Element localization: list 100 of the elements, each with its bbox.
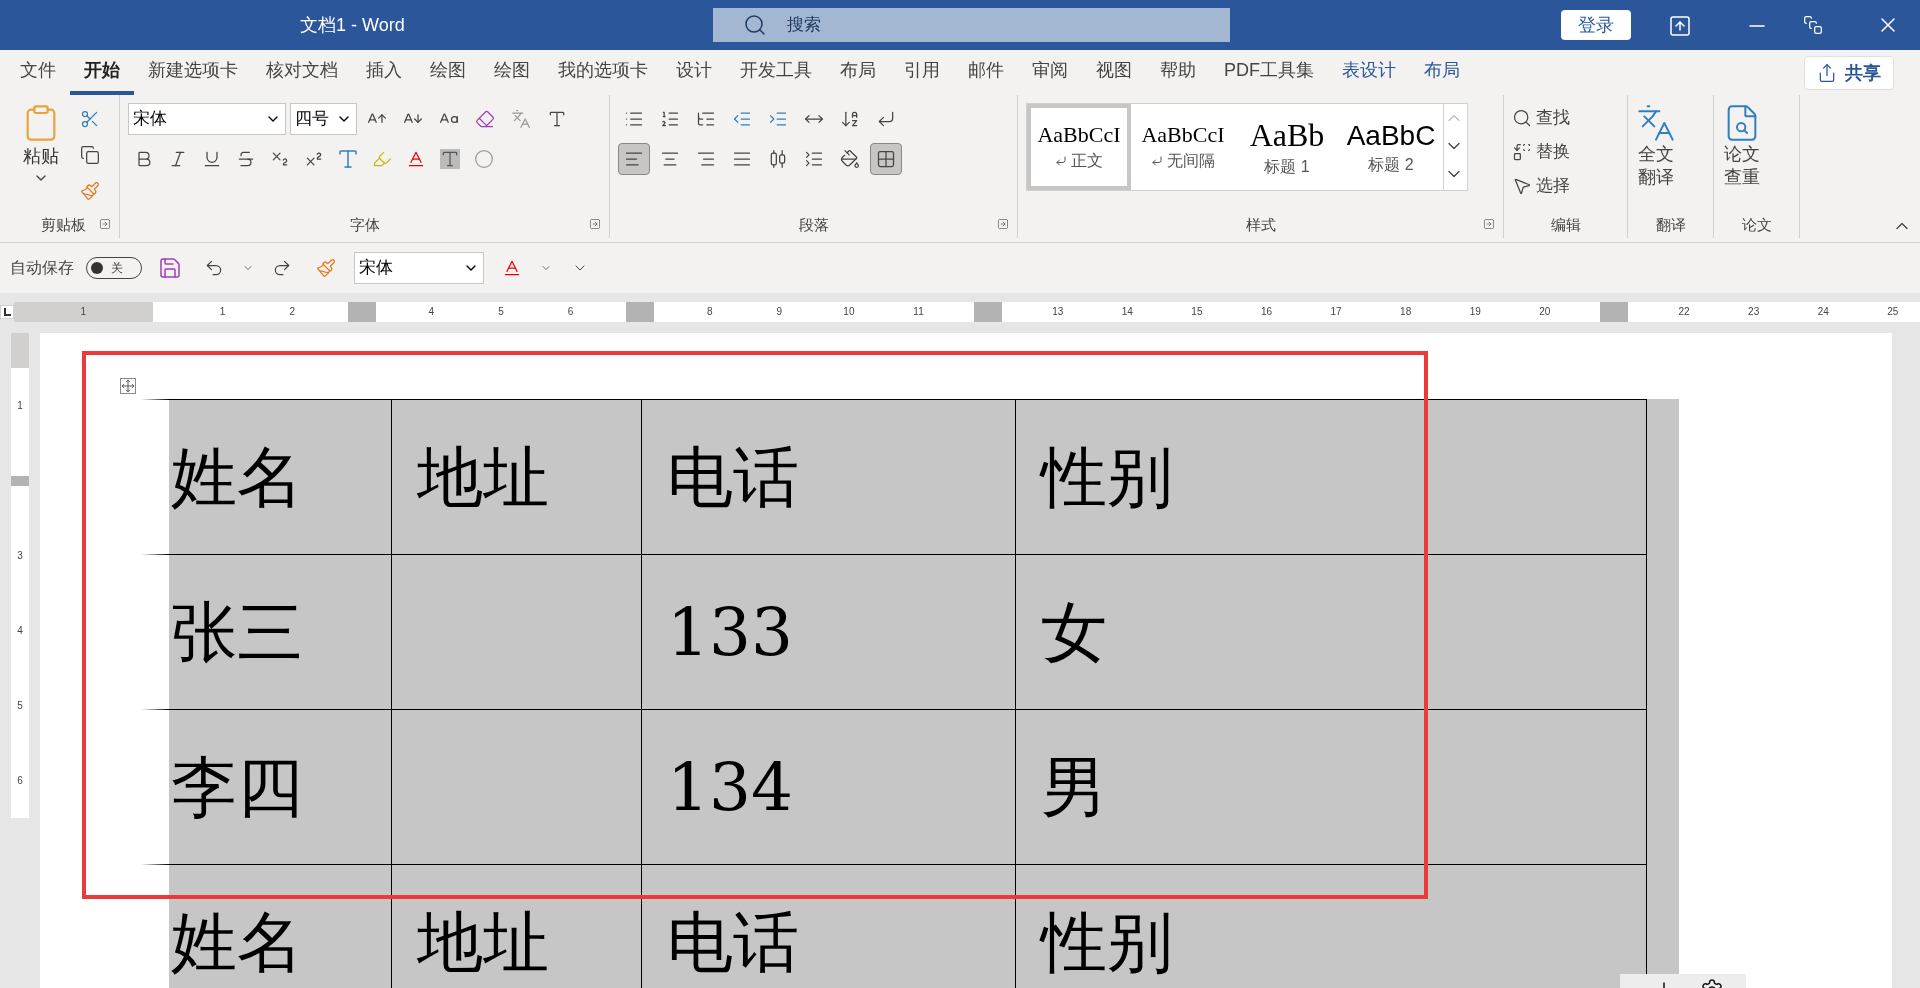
ruler-number: 4 bbox=[17, 624, 23, 638]
toggle-knob bbox=[91, 262, 103, 274]
table-cell: 地址 bbox=[391, 399, 642, 555]
style-gallery-item[interactable]: AaBb 标题 1 bbox=[1235, 104, 1339, 190]
enclose-character-icon bbox=[474, 149, 494, 169]
line-spacing-icon bbox=[804, 149, 824, 169]
column-marker[interactable] bbox=[974, 301, 1003, 322]
group-label: 翻译 bbox=[1655, 215, 1686, 235]
font-name-dropdown[interactable]: 宋体 bbox=[354, 252, 484, 284]
font-name-dropdown[interactable]: 宋体 bbox=[128, 103, 286, 135]
align-icon bbox=[768, 149, 788, 169]
font-color-icon bbox=[502, 258, 522, 278]
phonetic-guide-icon bbox=[511, 109, 531, 129]
share-button[interactable]: 共享 bbox=[1804, 56, 1894, 90]
group-label: 字体 bbox=[349, 215, 380, 235]
table-cell: 性别 bbox=[1015, 864, 1647, 988]
underline-icon bbox=[202, 149, 222, 169]
ribbon-tab[interactable]: 文件 bbox=[6, 50, 70, 95]
editing-button[interactable]: 查找 bbox=[1512, 103, 1570, 133]
select-icon bbox=[1512, 176, 1532, 196]
translate-icon bbox=[1636, 103, 1676, 143]
restore-icon[interactable] bbox=[1803, 15, 1823, 35]
table-move-handle-icon[interactable] bbox=[120, 378, 136, 394]
style-gallery-item[interactable]: AaBbC 标题 2 bbox=[1339, 104, 1443, 190]
group-label: 论文 bbox=[1741, 215, 1772, 235]
ribbon-tab[interactable]: 帮助 bbox=[1146, 50, 1210, 95]
ruler-number: 13 bbox=[1052, 305, 1064, 319]
ribbon-tab[interactable]: 绘图 bbox=[416, 50, 480, 95]
dialog-launcher-icon[interactable] bbox=[1483, 218, 1495, 230]
find-icon bbox=[1512, 108, 1532, 128]
replace-icon bbox=[1512, 142, 1532, 162]
group-label: 样式 bbox=[1245, 215, 1276, 235]
ribbon-tab[interactable]: 开发工具 bbox=[726, 50, 826, 95]
ribbon-tab[interactable]: 布局 bbox=[826, 50, 890, 95]
ribbon-tab[interactable]: PDF工具集 bbox=[1210, 50, 1328, 95]
ruler-number: 23 bbox=[1748, 305, 1760, 319]
ribbon-tab[interactable]: 我的选项卡 bbox=[544, 50, 662, 95]
ruler-number: 16 bbox=[1260, 305, 1273, 319]
paste-button[interactable]: 粘贴 bbox=[16, 103, 66, 207]
highlighter-icon bbox=[372, 149, 392, 169]
borders-button[interactable] bbox=[870, 143, 902, 175]
ruler-number: 3 bbox=[17, 549, 23, 563]
column-marker[interactable] bbox=[347, 301, 376, 322]
ribbon-tab[interactable]: 设计 bbox=[662, 50, 726, 95]
font-size-dropdown[interactable]: 四号 bbox=[290, 103, 357, 135]
translate-button[interactable]: 全文 翻译 bbox=[1636, 103, 1676, 188]
align-button[interactable] bbox=[618, 143, 650, 175]
ribbon-tab[interactable]: 插入 bbox=[352, 50, 416, 95]
font-color-icon bbox=[406, 149, 426, 169]
ribbon-tab[interactable]: 视图 bbox=[1082, 50, 1146, 95]
ribbon-tab[interactable]: 核对文档 bbox=[252, 50, 352, 95]
ribbon-tab[interactable]: 引用 bbox=[890, 50, 954, 95]
editing-button[interactable]: 选择 bbox=[1512, 171, 1570, 201]
window-title: 文档1 - Word bbox=[300, 13, 405, 37]
ribbon-tab[interactable]: 审阅 bbox=[1018, 50, 1082, 95]
clear-format-icon bbox=[475, 109, 495, 129]
paragraph-mark-icon bbox=[1055, 154, 1067, 167]
editing-button[interactable]: 替换 bbox=[1512, 137, 1570, 167]
format-painter-icon bbox=[316, 258, 336, 278]
search-input[interactable]: 搜索 bbox=[787, 12, 1187, 38]
tab-stop-icon[interactable] bbox=[0, 304, 14, 319]
table-cell: 男 bbox=[1015, 709, 1647, 865]
ruler-number: 19 bbox=[1469, 305, 1481, 319]
dialog-launcher-icon[interactable] bbox=[589, 218, 601, 230]
ruler-number: 25 bbox=[1887, 305, 1899, 319]
search-field[interactable]: 搜索 bbox=[713, 8, 1230, 42]
search-icon bbox=[743, 13, 767, 37]
column-marker[interactable] bbox=[626, 301, 655, 322]
ribbon-display-icon[interactable] bbox=[1668, 14, 1692, 38]
dialog-launcher-icon[interactable] bbox=[99, 218, 111, 230]
ruler-number: 15 bbox=[1191, 305, 1203, 319]
borders-icon bbox=[876, 149, 896, 169]
ribbon-tab[interactable]: 表设计 bbox=[1328, 50, 1410, 95]
column-marker[interactable] bbox=[1600, 301, 1629, 322]
copy-icon bbox=[80, 145, 100, 165]
autosave-label: 自动保存 bbox=[10, 258, 74, 278]
style-gallery-item[interactable]: AaBbCcI 正文 bbox=[1027, 104, 1131, 190]
table-cell: 电话 bbox=[641, 399, 1016, 555]
ruler-number: 11 bbox=[913, 305, 924, 319]
redo-icon bbox=[272, 258, 292, 278]
ribbon-tab[interactable]: 布局 bbox=[1410, 50, 1474, 95]
login-button[interactable]: 登录 bbox=[1561, 10, 1631, 40]
save-icon bbox=[158, 256, 182, 280]
ruler-number: 8 bbox=[706, 305, 713, 319]
row-marker[interactable] bbox=[11, 475, 29, 486]
ruler-number: 14 bbox=[1121, 305, 1133, 319]
table-cell: 电话 bbox=[641, 864, 1016, 988]
ruler-number: 2 bbox=[289, 305, 295, 319]
table-cell: 性别 bbox=[1015, 399, 1647, 555]
dialog-launcher-icon[interactable] bbox=[997, 218, 1009, 230]
ruler-number: 5 bbox=[498, 305, 504, 319]
ruler-number: 10 bbox=[843, 305, 855, 319]
ribbon-tab[interactable]: 绘图 bbox=[480, 50, 544, 95]
ribbon-tab[interactable]: 邮件 bbox=[954, 50, 1018, 95]
paper-check-button[interactable]: 论文 查重 bbox=[1722, 103, 1762, 188]
format-painter-icon bbox=[80, 181, 100, 201]
table-cell: 女 bbox=[1015, 554, 1647, 710]
ribbon-tab[interactable]: 新建选项卡 bbox=[134, 50, 252, 95]
style-gallery-item[interactable]: AaBbCcI 无间隔 bbox=[1131, 104, 1235, 190]
ruler-number: 17 bbox=[1330, 305, 1342, 319]
